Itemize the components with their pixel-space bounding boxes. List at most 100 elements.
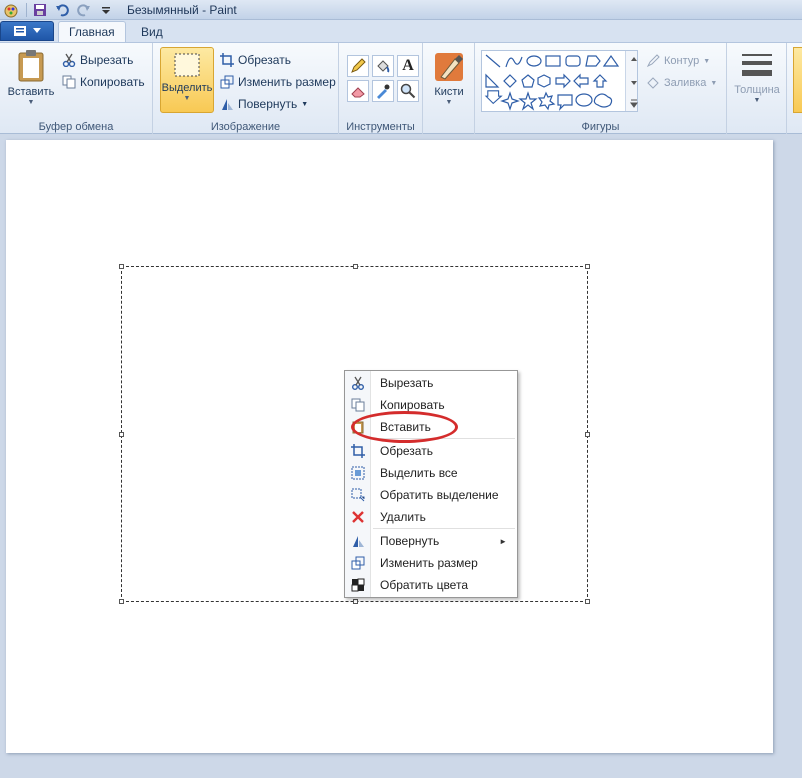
cut-label: Вырезать [80,53,134,67]
resize-label: Изменить размер [238,75,336,89]
brushes-label: Кисти [434,86,464,98]
resize-icon [220,75,234,89]
menu-item-select-all[interactable]: Выделить все [345,462,517,484]
tools-grid: A [347,55,419,102]
clipboard-icon [18,50,44,82]
text-tool-icon[interactable]: A [397,55,419,77]
menu-item-label: Обрезать [380,444,433,458]
fill-bucket-icon[interactable] [372,55,394,77]
tools-group-label: Инструменты [346,121,415,133]
delete-icon [345,506,371,528]
rotate-icon [345,530,371,552]
color-picker-icon[interactable] [372,80,394,102]
select-all-icon [345,462,371,484]
paint-menu-icon [14,26,26,36]
selection-handle[interactable] [119,432,124,437]
tab-view[interactable]: Вид [131,21,173,42]
menu-item-delete[interactable]: Удалить [345,506,517,528]
selection-handle[interactable] [119,599,124,604]
menu-item-label: Выделить все [380,466,458,480]
outline-label: Контур [664,55,700,67]
menu-item-rotate[interactable]: Повернуть ► [345,530,517,552]
crop-icon [220,53,234,67]
crop-icon [345,440,371,462]
invert-colors-icon [345,574,371,596]
menu-item-label: Изменить размер [380,556,478,570]
copy-icon [345,394,371,416]
copy-button[interactable]: Копировать [62,73,145,91]
chevron-down-icon: ▼ [27,99,35,106]
brushes-button[interactable]: Кисти ▼ [427,51,471,106]
resize-icon [345,552,371,574]
selection-handle[interactable] [353,599,358,604]
outline-pencil-icon [646,54,660,68]
menu-item-label: Вырезать [380,376,434,390]
copy-label: Копировать [80,75,145,89]
menu-item-cut[interactable]: Вырезать [345,372,517,394]
image-group-label: Изображение [210,121,281,133]
fill-button[interactable]: Заливка ▼ [646,74,717,92]
outline-button[interactable]: Контур ▼ [646,52,710,70]
menu-item-invert-colors[interactable]: Обратить цвета [345,574,517,596]
paste-label: Вставить [7,86,55,98]
chevron-down-icon: ▼ [445,99,453,106]
rotate-icon [222,99,233,110]
size-button[interactable]: Толщина ▼ [734,51,780,104]
title-bar: Безымянный - Paint [0,0,802,20]
cut-button[interactable]: Вырезать [62,51,133,69]
chevron-down-icon [33,28,41,33]
pencil-icon[interactable] [347,55,369,77]
qat-separator [26,3,27,17]
rotate-button[interactable]: Повернуть ▼ [220,95,308,113]
select-label: Выделить [161,82,213,94]
menu-item-label: Удалить [380,510,426,524]
menu-item-resize[interactable]: Изменить размер [345,552,517,574]
shapes-gallery-scrollbar[interactable] [625,51,638,111]
eraser-icon[interactable] [347,80,369,102]
undo-icon[interactable] [53,1,71,19]
window-title: Безымянный - Paint [127,3,237,17]
chevron-down-icon: ▼ [753,97,761,104]
line-thickness-icon [742,54,772,76]
paint-menu-button[interactable] [0,21,54,41]
selection-handle[interactable] [585,264,590,269]
tools-group: A Инструменты [339,43,423,135]
redo-icon[interactable] [75,1,93,19]
menu-item-crop[interactable]: Обрезать [345,440,517,462]
selection-handle[interactable] [119,264,124,269]
selection-handle[interactable] [353,264,358,269]
tab-home[interactable]: Главная [58,21,126,42]
brushes-group: Кисти ▼ [423,43,475,135]
menu-separator [373,528,515,529]
chevron-down-icon: ▼ [703,57,711,65]
select-rectangle-icon [174,53,200,77]
color-button-partial[interactable] [793,47,802,113]
chevron-down-icon: ▼ [710,79,718,87]
copy-icon [62,75,76,89]
shapes-gallery[interactable] [481,50,638,112]
qat-dropdown-icon[interactable] [97,1,115,19]
submenu-arrow-icon: ► [499,536,507,546]
selection-handle[interactable] [585,432,590,437]
highlight-ellipse [351,411,458,443]
rotate-label: Повернуть [238,97,298,111]
paint-app-icon[interactable] [2,1,20,19]
selection-handle[interactable] [585,599,590,604]
clipboard-group-label: Буфер обмена [38,121,114,133]
brush-icon [435,53,463,81]
menu-item-label: Обратить выделение [380,488,499,502]
select-button-content[interactable]: Выделить ▼ [160,51,214,102]
menu-item-label: Повернуть [380,534,440,548]
fill-bucket-icon [647,77,659,89]
save-icon[interactable] [31,1,49,19]
clipboard-group: Вставить ▼ Вырезать Копировать Буфер обм… [0,43,153,135]
paste-button[interactable]: Вставить ▼ [5,49,57,106]
crop-button[interactable]: Обрезать [220,51,291,69]
ribbon: Вставить ▼ Вырезать Копировать Буфер обм… [0,42,802,135]
resize-button[interactable]: Изменить размер [220,73,336,91]
magnifier-icon[interactable] [397,80,419,102]
menu-item-label: Копировать [380,398,445,412]
menu-item-invert-selection[interactable]: Обратить выделение [345,484,517,506]
menu-item-label: Обратить цвета [380,578,468,592]
shapes-group-label: Фигуры [581,121,620,133]
